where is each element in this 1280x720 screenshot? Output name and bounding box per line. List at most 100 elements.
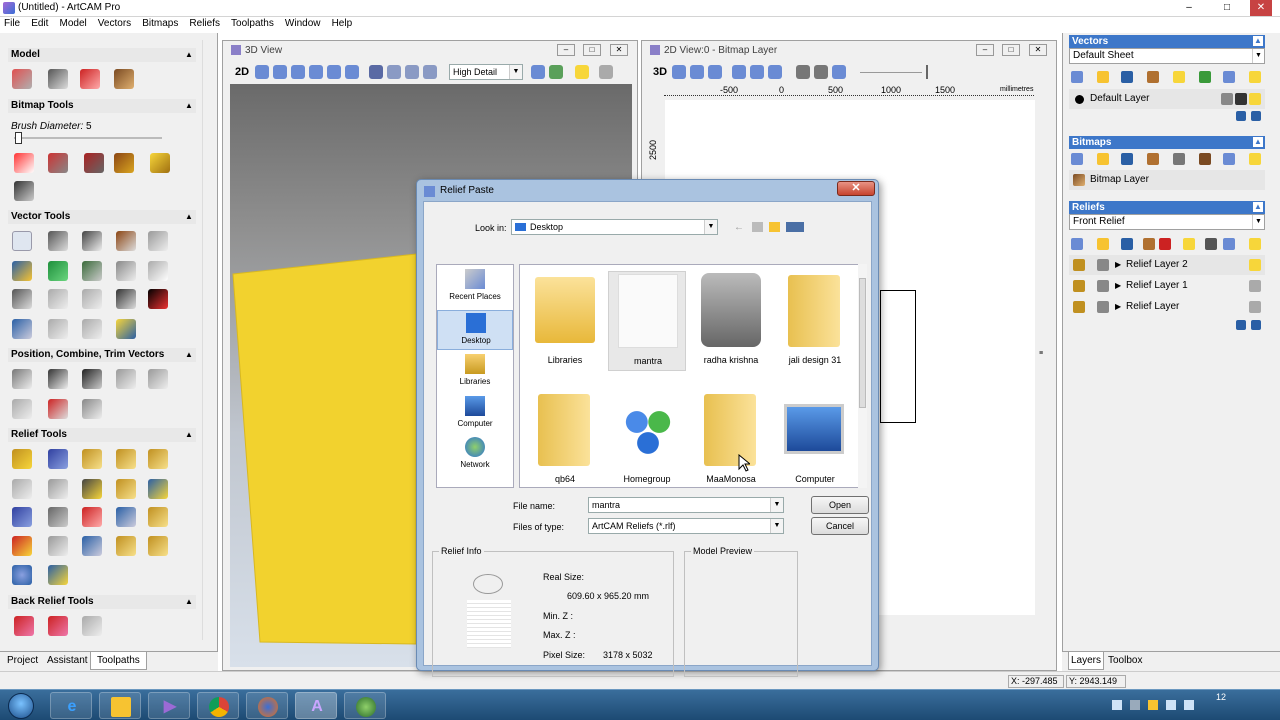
relief-grid-icon[interactable] [1205,238,1217,250]
s-curve-icon[interactable] [12,479,32,499]
place-recent-places[interactable]: Recent Places [437,267,513,307]
new-relief-layer-icon[interactable] [1071,238,1083,250]
relief-pillar-icon[interactable] [48,536,68,556]
delete-bitmap-icon[interactable] [1223,153,1235,165]
relief-calc-icon[interactable] [48,565,68,585]
relief-bulb-icon[interactable] [1249,238,1261,250]
bitmap-grayscale-icon[interactable] [48,69,68,89]
file-libraries[interactable]: Libraries [526,271,604,371]
turn-icon[interactable] [82,449,102,469]
tray-volume-icon[interactable] [1184,700,1194,710]
menu-edit[interactable]: Edit [27,17,52,30]
section-position-combine-trim[interactable]: Position, Combine, Trim Vectors ▲ [8,348,196,362]
relief-mode-icon[interactable] [1073,301,1085,313]
star-icon[interactable] [116,319,136,339]
relief-diamond-icon[interactable] [82,536,102,556]
select-arrow-icon[interactable] [12,231,32,251]
3d-view-restore-button[interactable]: □ [583,44,601,56]
zoom-fit-2d-icon[interactable] [708,65,722,79]
place-network[interactable]: Network [437,435,513,475]
back-relief-stack-icon[interactable] [48,616,68,636]
weld-icon[interactable] [12,399,32,419]
place-computer[interactable]: Computer [437,394,513,434]
taskbar-chrome[interactable] [197,692,239,719]
bitmap-layer-row[interactable]: Bitmap Layer [1069,170,1265,190]
maximize-button[interactable]: □ [1216,0,1238,16]
rectangle-icon[interactable] [82,231,102,251]
menu-window[interactable]: Window [281,17,325,30]
iso-view-icon[interactable] [369,65,383,79]
file-mantra[interactable]: mantra [608,271,686,371]
cut-vector-icon[interactable] [148,289,168,309]
spin-icon[interactable] [116,449,136,469]
tray-signal-icon[interactable] [1166,700,1176,710]
visibility-bulb-icon[interactable] [1249,93,1261,105]
back-relief-gray-icon[interactable] [82,616,102,636]
relief-layer-2-row[interactable]: ▶ Relief Layer 2 [1069,255,1265,275]
tab-assistant[interactable]: Assistant [47,655,88,666]
relief-bounds-icon[interactable] [148,479,168,499]
taskbar-firefox[interactable] [246,692,288,719]
new-folder-icon[interactable] [769,222,780,232]
bitmap-merge-icon[interactable] [1147,153,1159,165]
2d-view-close-button[interactable]: ✕ [1029,44,1047,56]
section-model[interactable]: Model ▲ [8,48,196,62]
relief-layer-1-row[interactable]: ▶ Relief Layer 1 [1069,276,1265,296]
menu-vectors[interactable]: Vectors [94,17,135,30]
zoom-all-icon[interactable] [768,65,782,79]
menu-file[interactable]: File [0,17,24,30]
bitmap-grayscale-layer-icon[interactable] [1173,153,1185,165]
smooth-vector-icon[interactable] [48,289,68,309]
light-bulb-icon[interactable] [575,65,589,79]
zoom-out-2d-icon[interactable] [690,65,704,79]
section-bitmap-tools[interactable]: Bitmap Tools ▲ [8,99,196,113]
bitmap-mix-icon[interactable] [114,153,134,173]
relief-select[interactable]: Front Relief ▼ [1069,214,1265,230]
section-vector-tools[interactable]: Vector Tools ▲ [8,210,196,224]
relief-visibility-icon[interactable] [1249,259,1261,271]
place-libraries[interactable]: Libraries [437,352,513,392]
portrait-icon[interactable] [114,69,134,89]
taskbar-ie[interactable]: e [50,692,92,719]
vector-sheet-select[interactable]: Default Sheet ▼ [1069,48,1265,64]
minimize-button[interactable]: – [1178,0,1200,16]
text-tool-icon[interactable] [116,231,136,251]
zoom-box-2d-icon[interactable] [732,65,746,79]
move-layer-up-icon[interactable] [1236,111,1246,121]
file-homegroup[interactable]: Homegroup [608,390,686,487]
blend-slider[interactable] [926,65,928,79]
combine-icon[interactable] [116,369,136,389]
relief-visibility-icon[interactable] [1249,301,1261,313]
dialog-close-button[interactable]: ✕ [837,181,875,196]
draw-line-icon[interactable] [14,181,34,201]
paint-brush-icon[interactable] [599,65,613,79]
look-in-select[interactable]: Desktop ▼ [511,219,718,235]
tab-layers[interactable]: Layers [1068,652,1105,670]
vectors-header[interactable]: Vectors ▲ [1069,35,1265,48]
mirror-icon[interactable] [82,319,102,339]
zoom-fit-icon[interactable] [345,65,359,79]
switch-to-3d-button[interactable]: 3D [653,66,667,78]
color-pick-icon[interactable] [84,153,104,173]
layer-bulb-icon[interactable] [1249,71,1261,83]
delete-layer-icon[interactable] [1223,71,1235,83]
clock[interactable]: 12 [1216,692,1226,702]
section-relief-tools[interactable]: Relief Tools ▲ [8,428,196,442]
shape-editor-icon[interactable] [12,449,32,469]
menu-reliefs[interactable]: Reliefs [185,17,224,30]
spline-icon[interactable] [12,289,32,309]
bitmap-bulb-icon[interactable] [1249,153,1261,165]
menu-bitmaps[interactable]: Bitmaps [138,17,182,30]
back-icon[interactable]: ← [734,222,744,233]
tray-ime-icon[interactable] [1130,700,1140,710]
tab-toolpaths[interactable]: Toolpaths [90,652,147,670]
menu-toolpaths[interactable]: Toolpaths [227,17,278,30]
lock-icon[interactable] [1221,93,1233,105]
detail-level-select[interactable]: High Detail ▼ [449,64,523,80]
open-relief-icon[interactable] [1097,238,1109,250]
file-maamonosa[interactable]: MaaMonosa [692,390,770,487]
texture-icon[interactable] [48,479,68,499]
brush-diameter-slider[interactable] [15,132,22,144]
relief-wedge-icon[interactable] [116,536,136,556]
extrude-icon[interactable] [48,449,68,469]
